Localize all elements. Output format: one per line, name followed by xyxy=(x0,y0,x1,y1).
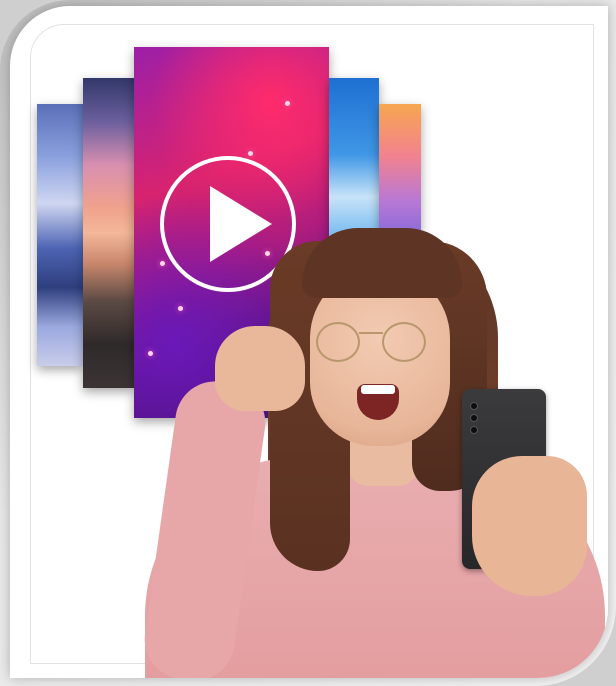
teeth xyxy=(361,385,395,394)
phone-camera-lens xyxy=(470,426,478,434)
left-hand xyxy=(215,326,305,411)
phone-camera-lens xyxy=(470,402,478,410)
hair-top xyxy=(302,228,462,298)
promo-card xyxy=(10,6,608,678)
person-illustration xyxy=(10,6,608,678)
right-hand xyxy=(472,456,587,596)
glasses-right-lens xyxy=(382,322,426,362)
glasses-bridge xyxy=(359,332,383,334)
glasses-left-lens xyxy=(316,322,360,362)
image-frame xyxy=(0,0,616,686)
phone-camera-lens xyxy=(470,414,478,422)
